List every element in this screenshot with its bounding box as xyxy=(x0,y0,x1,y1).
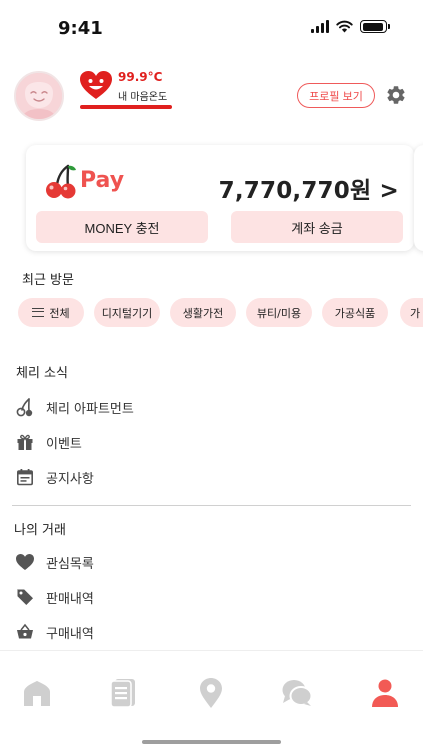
home-indicator[interactable] xyxy=(142,740,281,744)
recent-category-chips[interactable]: 전체 디지털기기 생활가전 뷰티/미용 가공식품 가 xyxy=(18,298,423,328)
list-item-label: 공지사항 xyxy=(46,471,94,487)
recent-visits-title: 최근 방문 xyxy=(22,273,74,288)
basket-icon xyxy=(14,621,36,643)
section-divider xyxy=(12,505,411,506)
heart-icon xyxy=(14,551,36,573)
chip-next-partial[interactable]: 가 xyxy=(400,298,423,327)
bottom-nav-border xyxy=(0,650,423,651)
nav-chat[interactable] xyxy=(277,673,317,713)
status-time: 9:41 xyxy=(58,18,103,39)
calendar-notice-icon xyxy=(14,466,36,488)
person-icon xyxy=(372,679,398,707)
wifi-icon xyxy=(336,20,353,33)
view-profile-button[interactable]: 프로필 보기 xyxy=(297,83,375,108)
chip-appliances[interactable]: 생활가전 xyxy=(170,298,236,327)
list-item-event[interactable]: 이벤트 xyxy=(14,430,82,454)
list-item-favorites[interactable]: 관심목록 xyxy=(14,550,94,574)
chip-label: 전체 xyxy=(49,306,70,320)
chip-digital[interactable]: 디지털기기 xyxy=(94,298,160,327)
chip-all[interactable]: 전체 xyxy=(18,298,84,327)
list-item-apartment[interactable]: 체리 아파트먼트 xyxy=(14,395,134,419)
pay-brand: Pay xyxy=(80,168,125,193)
temperature-value: 99.9°C xyxy=(118,70,163,84)
settings-gear-icon[interactable] xyxy=(385,84,407,106)
location-icon xyxy=(200,678,222,708)
my-trades-title: 나의 거래 xyxy=(14,523,66,538)
chat-icon xyxy=(282,680,313,706)
cherry-logo-icon xyxy=(46,164,76,199)
list-item-label: 구매내역 xyxy=(46,626,94,642)
signal-icon xyxy=(311,20,329,33)
list-item-label: 체리 아파트먼트 xyxy=(46,401,134,417)
temperature-bar xyxy=(80,105,172,109)
nav-my-profile[interactable] xyxy=(365,673,405,713)
nav-location[interactable] xyxy=(191,673,231,713)
list-item-notice[interactable]: 공지사항 xyxy=(14,465,94,489)
status-icons xyxy=(311,20,390,33)
status-bar: 9:41 xyxy=(0,0,423,56)
avatar-face-icon xyxy=(16,73,62,119)
account-transfer-button[interactable]: 계좌 송금 xyxy=(231,211,403,243)
list-item-purchases[interactable]: 구매내역 xyxy=(14,620,94,644)
tag-icon xyxy=(14,586,36,608)
cherry-icon xyxy=(14,396,36,418)
temperature-label: 내 마음온도 xyxy=(118,92,168,103)
money-charge-button[interactable]: MONEY 충전 xyxy=(36,211,208,243)
battery-icon xyxy=(360,20,390,33)
list-icon xyxy=(110,679,135,708)
gift-icon xyxy=(14,431,36,453)
list-item-sales[interactable]: 판매내역 xyxy=(14,585,94,609)
pay-card-next-peek[interactable] xyxy=(414,145,423,251)
list-item-label: 이벤트 xyxy=(46,436,82,452)
nav-list[interactable] xyxy=(104,673,144,713)
chip-processed-food[interactable]: 가공식품 xyxy=(322,298,388,327)
chip-beauty[interactable]: 뷰티/미용 xyxy=(246,298,312,327)
list-item-label: 관심목록 xyxy=(46,556,94,572)
menu-lines-icon xyxy=(32,308,45,317)
home-icon xyxy=(24,681,50,706)
avatar[interactable] xyxy=(14,71,64,121)
cherry-news-title: 체리 소식 xyxy=(16,366,68,381)
heart-temperature-icon xyxy=(80,71,112,99)
list-item-label: 판매내역 xyxy=(46,591,94,607)
pay-balance[interactable]: 7,770,770원 > xyxy=(219,171,399,205)
nav-home[interactable] xyxy=(17,673,57,713)
